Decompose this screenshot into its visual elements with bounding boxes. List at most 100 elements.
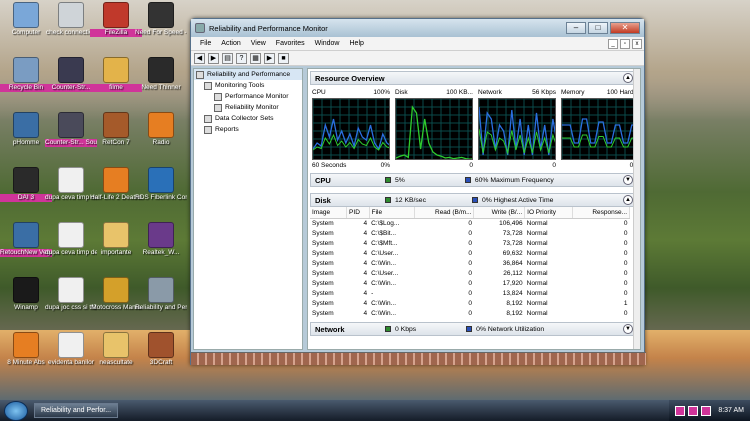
column-header[interactable]: Response... [572, 207, 630, 219]
start-button[interactable] [4, 400, 28, 421]
desktop-icon[interactable]: Realtek_W... [135, 222, 187, 270]
table-cell: C:\Win... [371, 259, 397, 267]
maximize-button[interactable]: □ [588, 22, 608, 34]
menu-file[interactable]: File [200, 40, 211, 47]
tray-icon[interactable] [675, 405, 686, 416]
column-header[interactable]: File [369, 207, 416, 219]
menu-action[interactable]: Action [221, 40, 240, 47]
graph-max: 100 KB... [446, 89, 473, 96]
properties-icon[interactable]: ▦ [250, 52, 261, 64]
minimize-button[interactable]: – [566, 22, 586, 34]
table-row[interactable]: System 4- 0 13,824 Normal 0 [310, 288, 630, 298]
desktop-icon-label: Realtek_W... [142, 249, 180, 256]
blue-legend-icon [466, 326, 473, 332]
table-cell: 17,920 [502, 279, 523, 287]
mdi-restore-button[interactable]: ▫ [620, 38, 630, 49]
mdi-close-button[interactable]: x [632, 38, 642, 49]
disk-section-header[interactable]: Disk 12 KB/sec 0% Highest Active Time ▲ [310, 193, 638, 207]
resource-overview-header[interactable]: Resource Overview ▲ [310, 71, 638, 85]
shortcut-icon [103, 167, 129, 193]
graph-min: 0 [469, 162, 473, 169]
forward-icon[interactable]: ▶ [208, 52, 219, 64]
tree-item-monitoring-tools[interactable]: Monitoring Tools [194, 80, 302, 91]
collapse-icon[interactable]: ▲ [623, 73, 633, 83]
tree-item-performance-monitor[interactable]: Performance Monitor [194, 91, 302, 102]
close-button[interactable]: ✕ [610, 22, 640, 34]
clock[interactable]: 8:37 AM [718, 407, 744, 414]
table-cell: 4 [363, 229, 368, 237]
vertical-scrollbar[interactable] [633, 69, 640, 349]
shortcut-icon [13, 2, 39, 28]
table-row[interactable]: System 4 C:\$Mft... 0 73,728 Normal 0 [310, 238, 630, 248]
desktop-icon[interactable]: Reliability and Perfor... [135, 277, 187, 325]
desktop-icon[interactable]: RDS Fiberlink Connection [135, 167, 187, 215]
table-cell: 106,496 [499, 219, 523, 227]
table-cell: 36,864 [502, 259, 523, 267]
shortcut-icon [148, 332, 174, 358]
table-cell: 0 [623, 229, 628, 237]
table-cell: 8,192 [506, 309, 523, 317]
tree-item-reliability-monitor[interactable]: Reliability Monitor [194, 102, 302, 113]
shortcut-icon [148, 277, 174, 303]
toolbar: ◀ ▶ ▤ ? ▦ ▶ ■ [191, 51, 644, 66]
shortcut-icon [103, 112, 129, 138]
tray-icon[interactable] [701, 405, 712, 416]
column-header[interactable]: PID [346, 207, 370, 219]
taskbar-button-reliability[interactable]: Reliability and Perfor... [34, 403, 119, 418]
chart-icon [214, 103, 222, 112]
table-cell: C:\$Bit... [371, 229, 397, 237]
table-row[interactable]: System 4 C:\$Bit... 0 73,728 Normal 0 [310, 228, 630, 238]
tree-item-reliability-performance[interactable]: Reliability and Performance [194, 69, 302, 80]
desktop-icon[interactable]: Radio [135, 112, 187, 160]
table-row[interactable]: System 4 C:\Win... 0 36,864 Normal 0 [310, 258, 630, 268]
table-cell: 1 [623, 299, 628, 307]
table-row[interactable]: System 4 C:\Win... 0 8,192 Normal 1 [310, 298, 630, 308]
tree-item-data-collector-sets[interactable]: Data Collector Sets [194, 113, 302, 124]
menu-help[interactable]: Help [350, 40, 364, 47]
reliability-monitor-window[interactable]: Reliability and Performance Monitor – □ … [190, 18, 646, 365]
table-cell: 0 [468, 259, 472, 267]
expand-icon[interactable]: ▼ [623, 175, 633, 185]
menu-window[interactable]: Window [315, 40, 340, 47]
network-section-header[interactable]: Network 0 Kbps 0% Network Utilization ▼ [310, 322, 638, 336]
title-bar[interactable]: Reliability and Performance Monitor – □ … [191, 19, 644, 37]
column-header[interactable]: IO Priority [524, 207, 574, 219]
show-hide-tree-icon[interactable]: ▤ [222, 52, 233, 64]
collapse-icon[interactable]: ▲ [623, 195, 633, 205]
table-row[interactable]: System 4 C:\User... 0 69,632 Normal 0 [310, 248, 630, 258]
table-row[interactable]: System 4 C:\User... 0 26,112 Normal 0 [310, 268, 630, 278]
table-cell: - [371, 289, 374, 297]
menu-favorites[interactable]: Favorites [276, 40, 305, 47]
mdi-minimize-button[interactable]: _ [608, 38, 618, 49]
help-icon[interactable]: ? [236, 52, 247, 64]
navigation-tree: Reliability and Performance Monitoring T… [193, 68, 303, 350]
expand-icon[interactable]: ▼ [623, 324, 633, 334]
desktop-icon[interactable]: Need For Speed - Po... [135, 2, 187, 50]
network-util-stat: 0% Network Utilization [466, 326, 544, 333]
back-icon[interactable]: ◀ [194, 52, 205, 64]
start-icon[interactable]: ▶ [264, 52, 275, 64]
tray-icon[interactable] [688, 405, 699, 416]
table-cell: 13,824 [502, 289, 523, 297]
stop-icon[interactable]: ■ [278, 52, 289, 64]
shortcut-icon [58, 112, 84, 138]
column-header[interactable]: Write (B/... [473, 207, 526, 219]
menu-bar: File Action View Favorites Window Help _… [191, 37, 644, 51]
table-row[interactable]: System 4 C:\Win... 0 8,192 Normal 0 [310, 308, 630, 318]
table-cell: System [312, 269, 334, 277]
shortcut-icon [13, 167, 39, 193]
menu-view[interactable]: View [251, 40, 266, 47]
network-util-value: 0% Network Utilization [476, 325, 545, 333]
desktop-icon[interactable]: 3DCraft [135, 332, 187, 380]
column-header[interactable]: Read (B/m... [414, 207, 475, 219]
table-row[interactable]: System 4 C:\$Log... 0 106,496 Normal 0 [310, 218, 630, 228]
table-row[interactable]: System 4 C:\Win... 0 17,920 Normal 0 [310, 278, 630, 288]
table-cell: 4 [363, 259, 368, 267]
table-cell: System [312, 229, 334, 237]
desktop-icon[interactable]: Need Thinner [135, 57, 187, 105]
column-header[interactable]: Image [310, 207, 348, 219]
green-legend-icon [385, 197, 391, 203]
cpu-section-header[interactable]: CPU 5% 60% Maximum Frequency ▼ [310, 173, 638, 187]
tree-item-reports[interactable]: Reports [194, 124, 302, 135]
graph-network: Network 56 Kbps 0 [478, 89, 558, 171]
